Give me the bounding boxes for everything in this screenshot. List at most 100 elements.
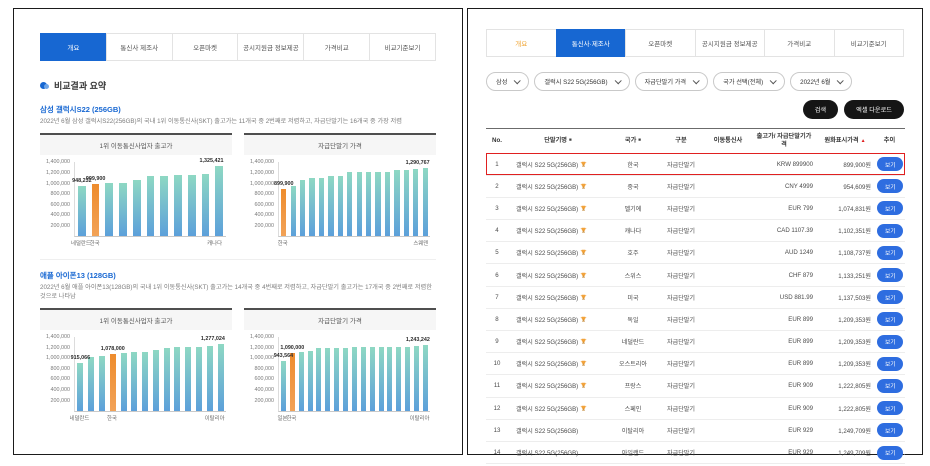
right-tab-4[interactable]: 공시지원금 정보제공 [695, 29, 766, 57]
search-button[interactable]: 검색 [803, 100, 838, 119]
category: 자급단말기 [658, 441, 704, 463]
country: 아일랜드 [608, 441, 658, 463]
filter-square-icon[interactable]: ■ [638, 137, 641, 142]
bar-column [392, 162, 401, 236]
right-tab-3[interactable]: 오픈마켓 [625, 29, 696, 57]
bar [366, 172, 371, 236]
device-name: 갤럭시 S22 5G(256GB) [508, 353, 608, 375]
table-row: 14갤럭시 S22 5G(256GB)아일랜드자급단말기EUR 9291,249… [486, 441, 905, 463]
table-row: 8갤럭시 S22 5G(256GB)독일자급단말기EUR 8991,209,35… [486, 308, 905, 330]
view-button[interactable]: 보기 [877, 357, 903, 371]
bar [121, 353, 127, 411]
chart-card-carrier-price: 1위 이동통신사업자 출고가 200,000400,000600,000800,… [40, 308, 232, 422]
bar-chart-iphone13-unlocked: 200,000400,000600,000800,0001,000,0001,2… [244, 330, 436, 422]
device-name: 갤럭시 S22 5G(256GB) [508, 242, 608, 264]
bar [352, 347, 357, 411]
filter-square-icon[interactable]: ■ [569, 137, 572, 142]
filter-dropdown-2[interactable]: 갤럭시 S22 5G(256GB) [534, 72, 629, 91]
left-tab-3[interactable]: 오픈마켓 [172, 33, 239, 61]
krw-price-text: 1,108,737원 [838, 250, 871, 257]
local-price: EUR 929 [752, 441, 816, 463]
price-table: No.단말기명■국가■구분이동통신사출고가/ 자급단말기가격원화표시가격▲추이 … [486, 128, 905, 466]
device-name-text: 갤럭시 S22 5G(256GB) [516, 317, 578, 324]
carrier [704, 441, 752, 463]
price-table-body: 1갤럭시 S22 5G(256GB)한국자급단말기KRW 899900899,9… [486, 153, 905, 466]
section-iphone-13: 애플 아이폰13 (128GB) 2022년 6월 애플 아이폰13(128GB… [40, 259, 436, 422]
country: 중국 [608, 175, 658, 197]
filter-dropdown-3[interactable]: 자급단말기 가격 [635, 72, 709, 91]
view-button[interactable]: 보기 [877, 379, 903, 393]
chart-card-unlocked-price: 자급단말기 가격 200,000400,000600,000800,0001,0… [244, 308, 436, 422]
row-number: 8 [486, 308, 508, 330]
bar [164, 348, 170, 411]
chevron-down-icon [837, 77, 844, 84]
filter-dropdown-5[interactable]: 2022년 6월 [790, 72, 852, 91]
bar [379, 347, 384, 411]
trend-cell: 보기 [874, 397, 905, 419]
device-name: 갤럭시 S22 5G(256GB) [508, 331, 608, 353]
view-button[interactable]: 보기 [877, 268, 903, 282]
table-row: 5갤럭시 S22 5G(256GB)호주자급단말기AUD 12491,108,7… [486, 242, 905, 264]
view-button[interactable]: 보기 [877, 290, 903, 304]
filter-dropdown-4[interactable]: 국가 선택(전체) [713, 72, 785, 91]
left-tab-1[interactable]: 개요 [40, 33, 107, 61]
left-tab-5[interactable]: 가격비교 [303, 33, 370, 61]
row-number-text: 13 [494, 427, 501, 434]
krw-price-text: 1,209,353원 [838, 361, 871, 368]
view-button[interactable]: 보기 [877, 179, 903, 193]
left-tab-4[interactable]: 공시지원금 정보제공 [237, 33, 304, 61]
category-text: 자급단말기 [667, 273, 695, 280]
category-text: 자급단말기 [667, 184, 695, 191]
sort-ascending-icon[interactable]: ▲ [861, 138, 866, 144]
carrier [704, 419, 752, 441]
krw-price: 1,102,351원 [816, 220, 874, 242]
view-button[interactable]: 보기 [877, 246, 903, 260]
right-tab-6[interactable]: 비교기준보기 [834, 29, 905, 57]
right-tab-5[interactable]: 가격비교 [764, 29, 835, 57]
device-name-text: 갤럭시 S22 5G(256GB) [516, 428, 578, 435]
bar-column [144, 162, 158, 236]
category: 자급단말기 [658, 197, 704, 219]
right-tab-2[interactable]: 통신사·제조사 [556, 29, 627, 57]
right-tab-1[interactable]: 개요 [486, 29, 557, 57]
filter-value: 자급단말기 가격 [645, 77, 687, 86]
view-button[interactable]: 보기 [877, 312, 903, 326]
table-row: 9갤럭시 S22 5G(256GB)네덜란드자급단말기EUR 8991,209,… [486, 331, 905, 353]
trophy-icon [580, 183, 587, 190]
country: 이탈리아 [608, 419, 658, 441]
view-button[interactable]: 보기 [877, 224, 903, 238]
trophy-icon [580, 338, 587, 345]
column-header-7[interactable]: 원화표시가격▲ [816, 129, 874, 154]
trend-cell: 보기 [874, 331, 905, 353]
filter-value: 2022년 6월 [800, 77, 830, 86]
category: 자급단말기 [658, 397, 704, 419]
y-axis-tick: 800,000 [51, 191, 71, 197]
view-button[interactable]: 보기 [877, 157, 903, 171]
x-axis: 네덜란드한국캐나다 [74, 237, 226, 246]
excel-download-button[interactable]: 엑셀 다운로드 [844, 100, 904, 119]
view-button[interactable]: 보기 [877, 423, 903, 437]
bar-column [140, 337, 151, 411]
device-name-text: 갤럭시 S22 5G(256GB) [516, 361, 578, 368]
country: 스페인 [608, 397, 658, 419]
local-price-text: EUR 799 [788, 205, 813, 212]
view-button[interactable]: 보기 [877, 335, 903, 349]
section-description: 2022년 6월 애플 아이폰13(128GB)의 국내 1위 이동통신사(SK… [40, 284, 436, 301]
y-axis-tick: 1,400,000 [46, 334, 70, 340]
filter-dropdown-1[interactable]: 삼성 [486, 72, 529, 91]
column-header-3[interactable]: 국가■ [608, 129, 658, 154]
x-axis: 일본한국이탈리아 [278, 412, 430, 421]
y-axis: 200,000400,000600,000800,0001,000,0001,2… [246, 162, 278, 236]
view-button[interactable]: 보기 [877, 446, 903, 460]
bar [142, 352, 148, 412]
view-button[interactable]: 보기 [877, 201, 903, 215]
x-axis-label: 이탈리아 [410, 414, 430, 422]
view-button[interactable]: 보기 [877, 401, 903, 415]
device-name: 갤럭시 S22 5G(256GB) [508, 308, 608, 330]
column-header-2[interactable]: 단말기명■ [508, 129, 608, 154]
left-tab-2[interactable]: 통신사 제조사 [106, 33, 173, 61]
left-tab-6[interactable]: 비교기준보기 [369, 33, 436, 61]
y-axis-tick: 1,400,000 [250, 334, 274, 340]
country: 미국 [608, 286, 658, 308]
krw-price-text: 1,074,831원 [838, 206, 871, 213]
